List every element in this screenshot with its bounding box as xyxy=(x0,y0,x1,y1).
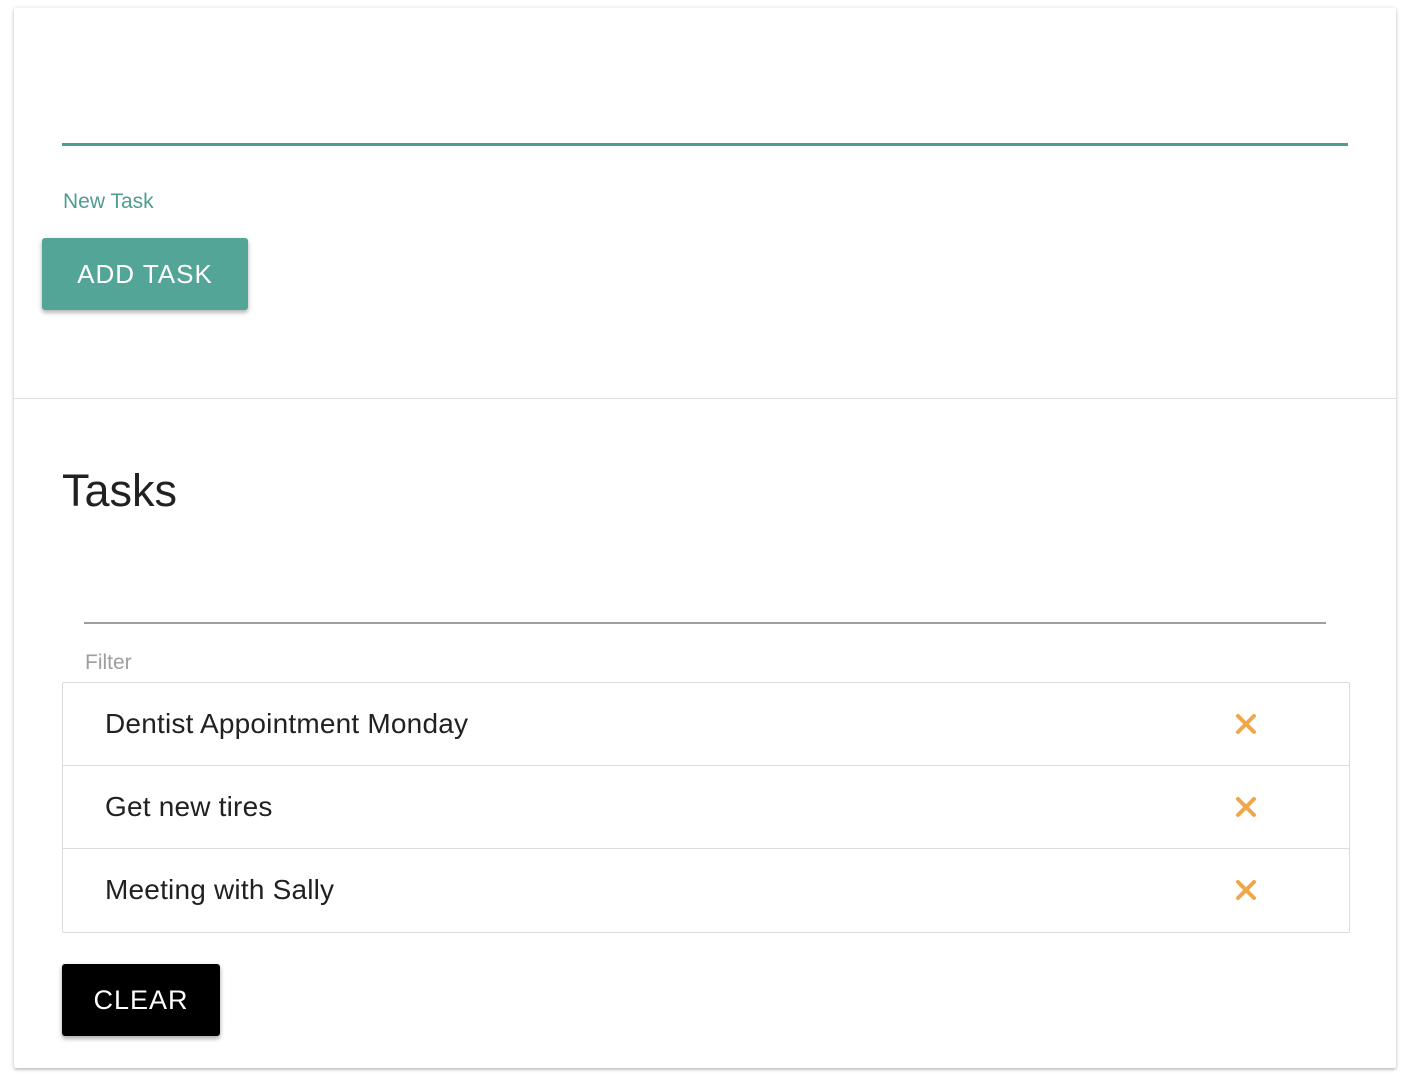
list-item: Get new tires xyxy=(63,766,1349,849)
new-task-input[interactable] xyxy=(62,104,1348,146)
filter-input[interactable] xyxy=(84,584,1326,624)
task-item-text: Get new tires xyxy=(105,791,273,822)
filter-label: Filter xyxy=(85,651,132,674)
close-icon[interactable] xyxy=(1235,879,1257,901)
task-list: Dentist Appointment Monday Get new tires… xyxy=(62,682,1350,933)
list-item: Dentist Appointment Monday xyxy=(63,683,1349,766)
add-task-button[interactable]: ADD TASK xyxy=(42,238,248,310)
tasks-title: Tasks xyxy=(62,465,178,516)
new-task-label: New Task xyxy=(63,190,154,213)
task-item-text: Dentist Appointment Monday xyxy=(105,708,469,739)
close-icon[interactable] xyxy=(1235,713,1257,735)
list-item: Meeting with Sally xyxy=(63,849,1349,932)
task-item-text: Meeting with Sally xyxy=(105,874,335,905)
clear-tasks-button[interactable]: CLEAR xyxy=(62,964,220,1036)
close-icon[interactable] xyxy=(1235,796,1257,818)
task-card: New Task ADD TASK Tasks Filter Dentist A… xyxy=(14,8,1396,1068)
section-divider xyxy=(14,398,1396,399)
add-task-section: New Task ADD TASK xyxy=(14,8,1396,398)
